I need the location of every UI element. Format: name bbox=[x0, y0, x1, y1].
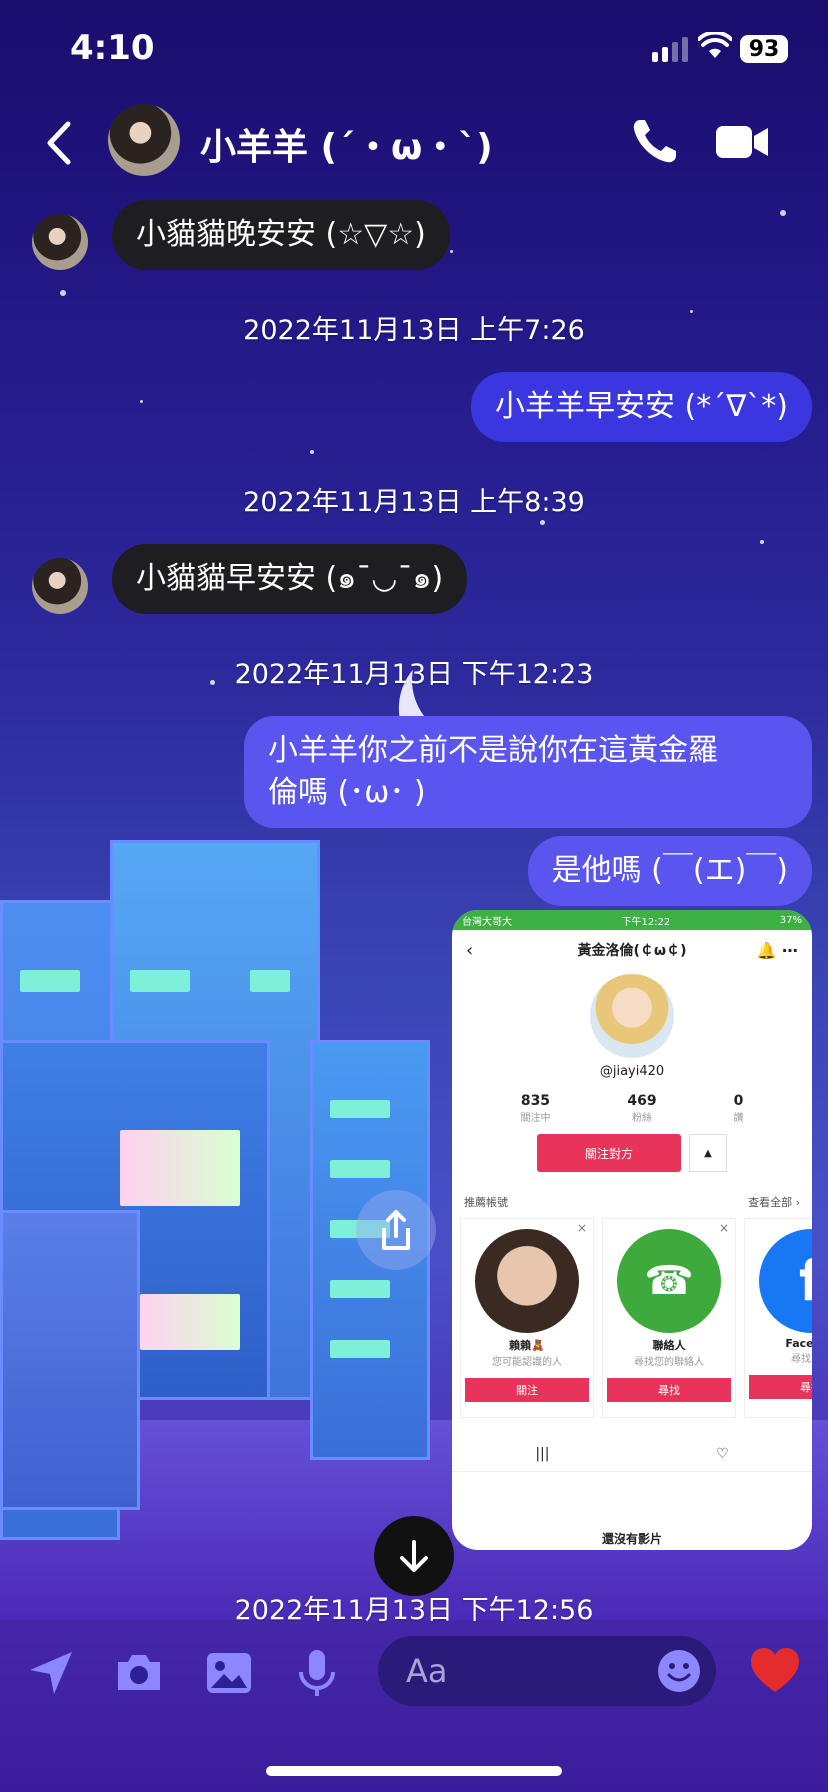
screenshot-time: 下午12:22 bbox=[621, 916, 671, 928]
send-location-icon[interactable] bbox=[24, 1646, 78, 1700]
cellular-signal-icon bbox=[652, 36, 688, 62]
screenshot-recommend-cards: × 賴賴🧸 您可能認識的人 關注 × ☎ 聯絡人 尋找您的聯絡人 尋找 f Fa… bbox=[452, 1218, 812, 1418]
recommend-label: 推薦帳號 bbox=[464, 1196, 508, 1209]
screenshot-status-bar: 台灣大哥大 下午12:22 37% bbox=[452, 910, 812, 930]
status-time: 4:10 bbox=[70, 28, 155, 68]
video-call-icon[interactable] bbox=[714, 122, 770, 162]
timestamp: 2022年11月13日 上午7:26 bbox=[243, 315, 585, 346]
outgoing-message[interactable]: 小羊羊早安安 (*´∇`*) bbox=[470, 372, 812, 442]
home-indicator bbox=[266, 1766, 562, 1776]
screenshot-follow-button: 關注對方 bbox=[537, 1134, 681, 1172]
stat-likes: 0讚 bbox=[733, 1093, 744, 1124]
outgoing-message[interactable]: 小羊羊你之前不是說你在這黃金羅 倫嗎 (･ω･ ) bbox=[244, 716, 812, 828]
see-all-label: 查看全部 › bbox=[748, 1196, 800, 1209]
grid-tab-icon: ||| bbox=[535, 1445, 550, 1462]
camera-icon[interactable] bbox=[112, 1646, 166, 1700]
timestamp: 2022年11月13日 下午12:23 bbox=[234, 659, 594, 690]
screenshot-no-videos: 還沒有影片 bbox=[601, 1532, 662, 1546]
incoming-message[interactable]: 小貓貓早安安 (๑¯◡¯๑) bbox=[112, 544, 468, 614]
timestamp: 2022年11月13日 上午8:39 bbox=[243, 487, 585, 518]
photo-gallery-icon[interactable] bbox=[202, 1646, 256, 1700]
back-chevron-icon[interactable] bbox=[40, 118, 80, 168]
scroll-down-button[interactable] bbox=[374, 1516, 454, 1596]
microphone-icon[interactable] bbox=[290, 1646, 344, 1700]
status-bar: 4:10 93 bbox=[0, 0, 828, 100]
screenshot-tabs: ||| ♡ bbox=[452, 1436, 812, 1472]
stat-followers: 469 粉絲 bbox=[627, 1093, 657, 1124]
heart-reaction-icon[interactable] bbox=[748, 1644, 802, 1698]
contact-avatar[interactable] bbox=[108, 104, 180, 176]
recommend-card: × 賴賴🧸 您可能認識的人 關注 bbox=[460, 1218, 594, 1418]
recommend-card: × ☎ 聯絡人 尋找您的聯絡人 尋找 bbox=[602, 1218, 736, 1418]
liked-tab-icon: ♡ bbox=[716, 1445, 729, 1462]
outgoing-message[interactable]: 是他嗎 (￣(エ)￣) bbox=[527, 836, 812, 906]
screenshot-bell-more-icon: 🔔 ⋯ bbox=[756, 940, 799, 960]
share-icon[interactable] bbox=[356, 1190, 436, 1270]
message-input-container bbox=[378, 1636, 716, 1706]
chat-header: 小羊羊 (´・ω・`) bbox=[0, 100, 828, 190]
screenshot-recommend-header: 推薦帳號 查看全部 › bbox=[464, 1194, 800, 1210]
screenshot-stats: 835 關注中 469 粉絲 0讚 bbox=[482, 1093, 782, 1124]
screenshot-back-icon: ‹ bbox=[466, 939, 474, 961]
screenshot-battery: 37% bbox=[779, 914, 802, 926]
phone-call-icon[interactable] bbox=[630, 116, 680, 166]
message-line: 倫嗎 (･ω･ ) bbox=[268, 775, 426, 810]
screenshot-title-bar: ‹ 黃金洛倫(￠ω￠) 🔔 ⋯ bbox=[452, 930, 812, 970]
arrow-down-icon bbox=[400, 1540, 428, 1572]
screenshot-profile-avatar bbox=[590, 974, 674, 1058]
incoming-message[interactable]: 小貓貓晚安安 (☆▽☆) bbox=[112, 200, 450, 270]
message-avatar bbox=[32, 558, 88, 614]
screenshot-handle: @jiayi420 bbox=[599, 1064, 665, 1079]
message-line: 小羊羊你之前不是說你在這黃金羅 bbox=[268, 733, 718, 768]
shared-screenshot-image[interactable]: 台灣大哥大 下午12:22 37% ‹ 黃金洛倫(￠ω￠) 🔔 ⋯ @jiayi… bbox=[452, 910, 812, 1550]
battery-indicator: 93 bbox=[740, 35, 788, 63]
timestamp: 2022年11月13日 下午12:56 bbox=[234, 1595, 594, 1626]
contact-name[interactable]: 小羊羊 (´・ω・`) bbox=[200, 118, 493, 170]
wifi-icon bbox=[698, 32, 732, 58]
stat-following: 835 關注中 bbox=[520, 1093, 551, 1124]
screenshot-profile-title: 黃金洛倫(￠ω￠) bbox=[577, 943, 687, 959]
message-input[interactable] bbox=[406, 1650, 626, 1692]
screenshot-dropdown-icon: ▲ bbox=[689, 1134, 727, 1172]
screenshot-carrier: 台灣大哥大 bbox=[462, 916, 512, 928]
emoji-icon[interactable] bbox=[656, 1648, 702, 1694]
message-avatar bbox=[32, 214, 88, 270]
recommend-card: f Faceboo 尋找您的 尋找 bbox=[744, 1218, 812, 1418]
screenshot-follow-row: 關注對方 ▲ bbox=[452, 1134, 812, 1172]
